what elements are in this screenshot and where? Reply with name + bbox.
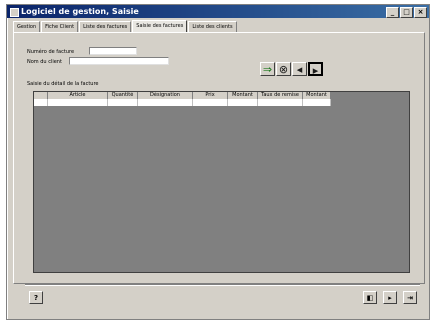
client-label: Nom du client: [27, 59, 62, 65]
cell-montant[interactable]: [228, 99, 258, 106]
tab-strip: Gestion Fiche Client Liste des factures …: [13, 20, 238, 33]
window-title: Logiciel de gestion, Saisie: [21, 7, 139, 16]
add-row-icon[interactable]: ⇒: [260, 62, 275, 76]
cell-quantite[interactable]: [108, 99, 138, 106]
grid-col-indicator: [34, 92, 48, 99]
close-button[interactable]: ×: [414, 7, 427, 18]
tab-liste-factures[interactable]: Liste des factures: [79, 21, 132, 32]
cell-designation[interactable]: [138, 99, 193, 106]
arrow-right-icon[interactable]: ▸: [308, 62, 323, 77]
invoice-lines-grid[interactable]: Article Quantité Désignation Prix Montan…: [33, 91, 410, 273]
bottom-bar: ? ◧ ▸ ⇥: [25, 288, 425, 310]
app-icon: [10, 8, 19, 17]
main-window: Logiciel de gestion, Saisie _ □ × Gestio…: [6, 4, 430, 320]
help-button[interactable]: ?: [29, 291, 43, 304]
invoice-number-field[interactable]: [89, 47, 137, 55]
grid-col-prix[interactable]: Prix: [193, 92, 228, 99]
save-icon[interactable]: ◧: [363, 291, 377, 304]
grid-col-quantite[interactable]: Quantité: [108, 92, 138, 99]
grid-header: Article Quantité Désignation Prix Montan…: [34, 92, 331, 99]
cell-taux-remise[interactable]: [258, 99, 303, 106]
row-indicator: [34, 99, 48, 106]
grid-col-montant-final[interactable]: Montant: [303, 92, 331, 99]
binoculars-icon[interactable]: ⊗: [276, 62, 291, 76]
minimize-button[interactable]: _: [386, 7, 399, 18]
tab-liste-clients[interactable]: Liste des clients: [188, 21, 237, 32]
table-row[interactable]: [34, 99, 331, 106]
maximize-button[interactable]: □: [400, 7, 413, 18]
exit-icon[interactable]: ⇥: [403, 291, 417, 304]
arrow-left-icon[interactable]: ◂: [292, 62, 307, 76]
cell-prix[interactable]: [193, 99, 228, 106]
separator: [25, 284, 420, 286]
invoice-number-label: Numéro de facture: [27, 49, 75, 55]
cell-montant-final[interactable]: [303, 99, 331, 106]
client-field[interactable]: [69, 57, 169, 65]
cell-article[interactable]: [48, 99, 108, 106]
tab-gestion[interactable]: Gestion: [13, 21, 41, 32]
grid-col-designation[interactable]: Désignation: [138, 92, 193, 99]
grid-col-montant[interactable]: Montant: [228, 92, 258, 99]
next-icon[interactable]: ▸: [383, 291, 397, 304]
grid-col-article[interactable]: Article: [48, 92, 108, 99]
title-bar: Logiciel de gestion, Saisie _ □ ×: [7, 5, 429, 18]
grid-col-taux-remise[interactable]: Taux de remise: [258, 92, 303, 99]
tab-fiche-client[interactable]: Fiche Client: [41, 21, 79, 32]
details-label: Saisie du détail de la facture: [27, 81, 99, 87]
